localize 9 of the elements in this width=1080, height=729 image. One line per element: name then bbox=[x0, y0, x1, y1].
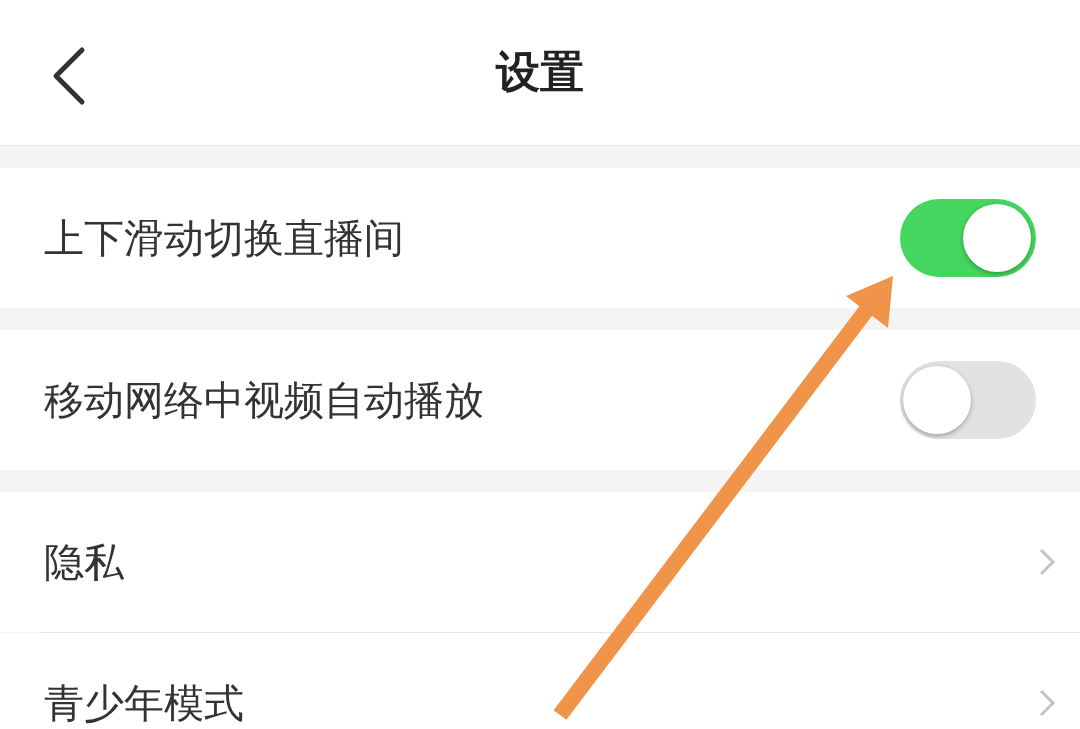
chevron-right-icon bbox=[1038, 688, 1056, 718]
setting-label: 上下滑动切换直播间 bbox=[44, 213, 404, 263]
chevron-right-icon bbox=[1038, 547, 1056, 577]
setting-label: 移动网络中视频自动播放 bbox=[44, 375, 484, 425]
settings-row[interactable]: 隐私 bbox=[0, 492, 1080, 632]
setting-label: 青少年模式 bbox=[44, 678, 244, 728]
setting-label: 隐私 bbox=[44, 537, 124, 587]
page-title: 设置 bbox=[496, 45, 584, 99]
settings-row[interactable]: 青少年模式 bbox=[0, 633, 1080, 729]
